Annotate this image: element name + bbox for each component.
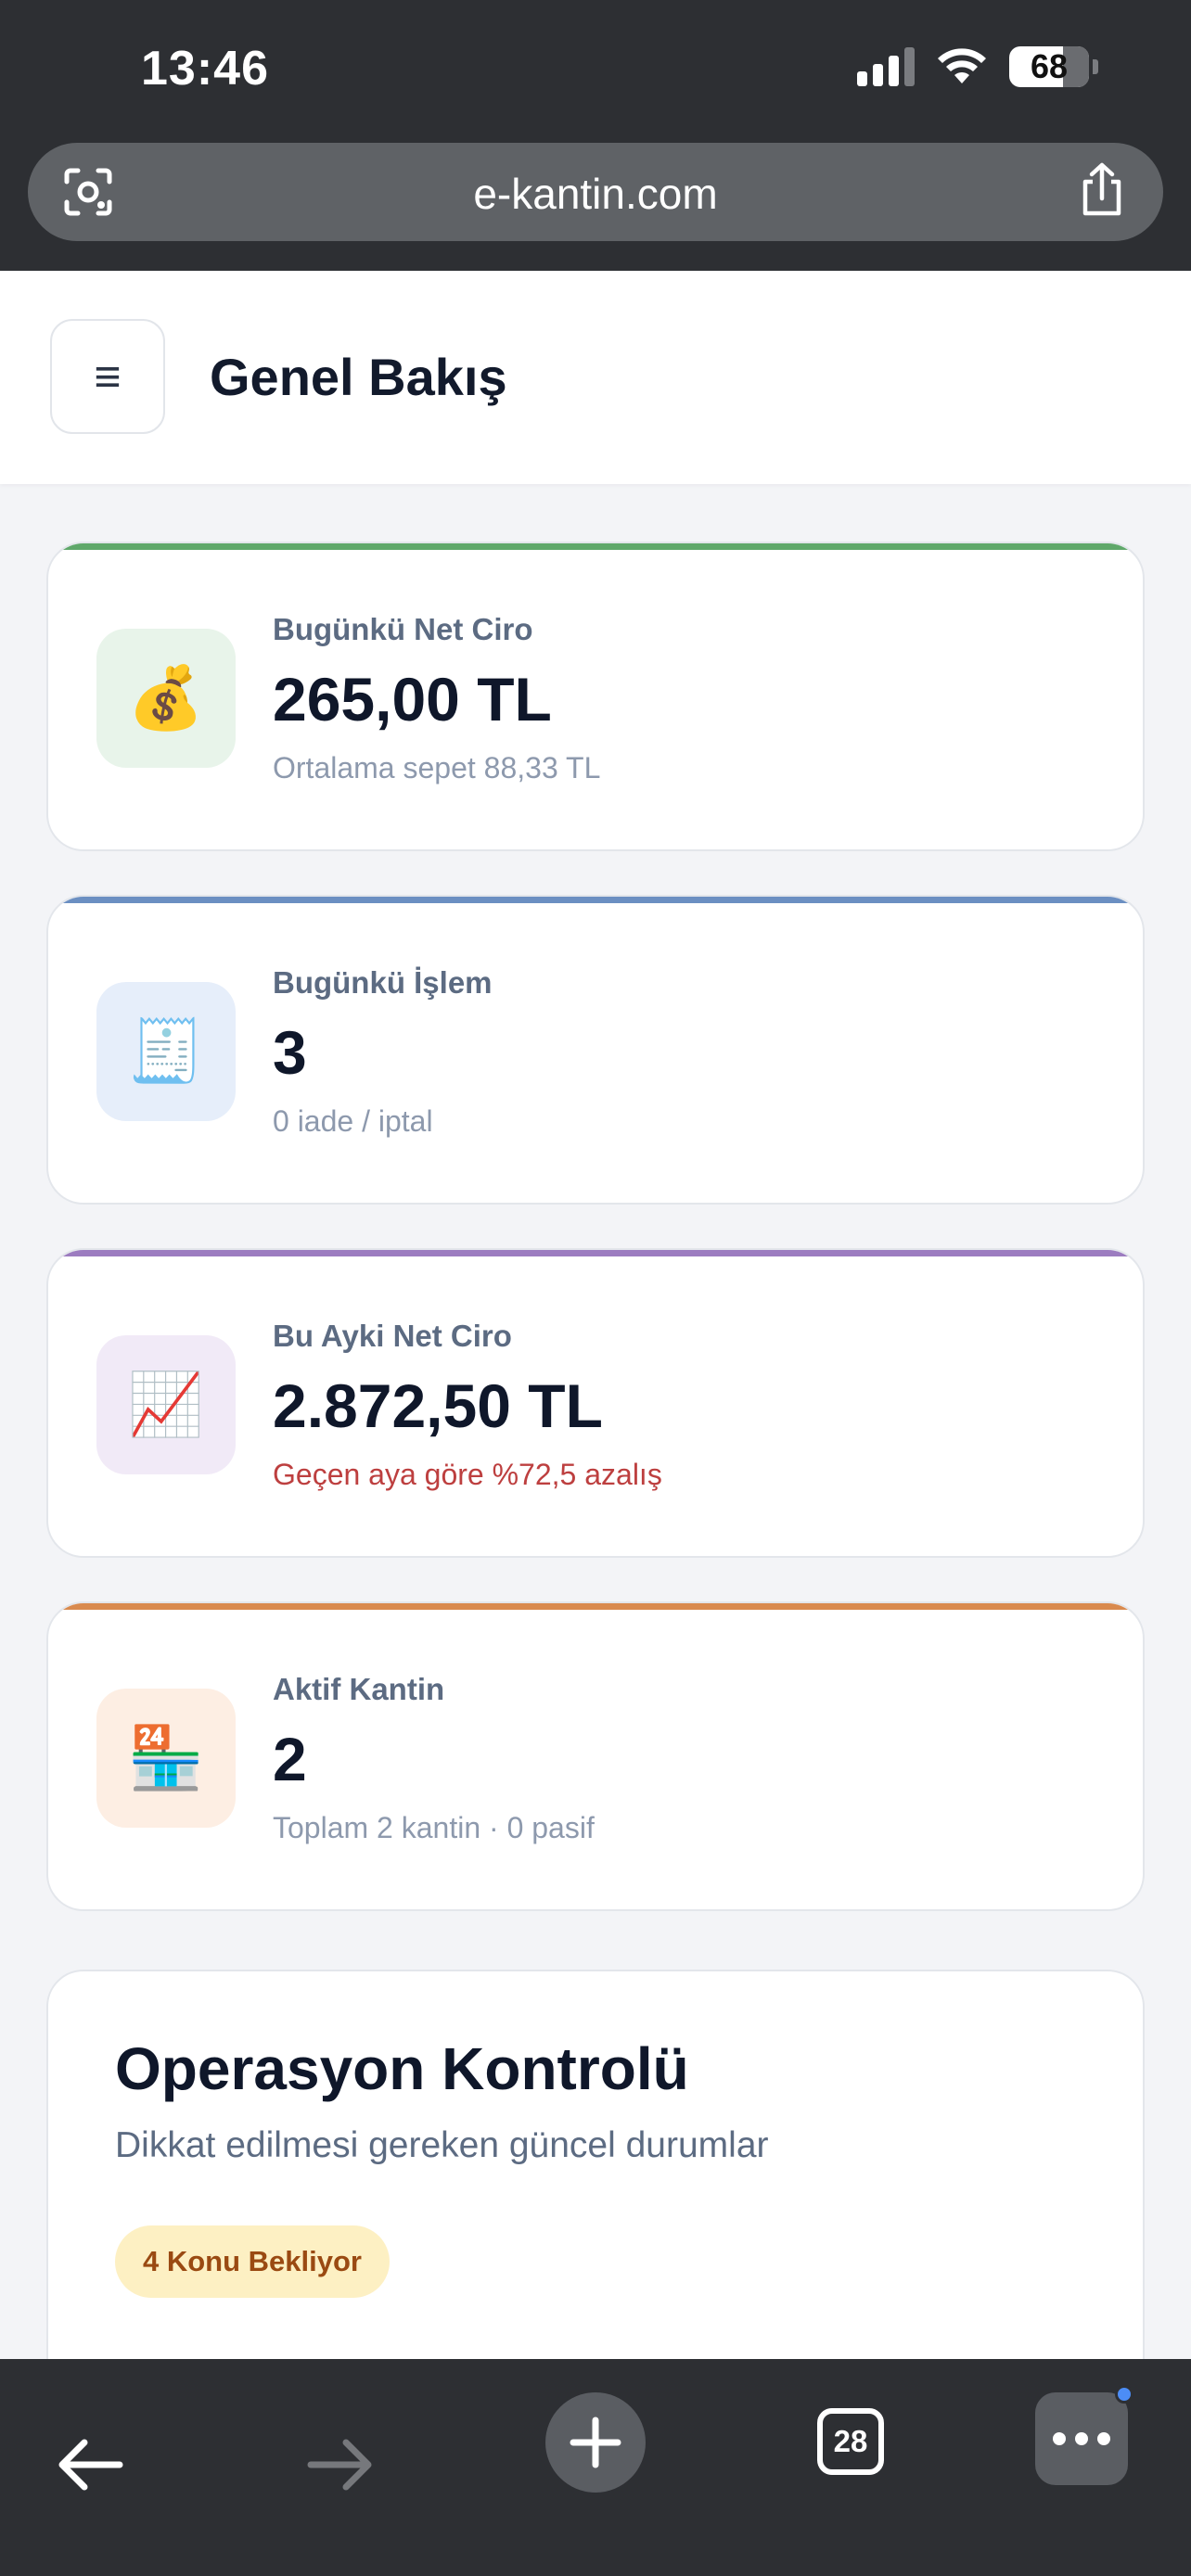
arrow-right-icon [307, 2439, 372, 2491]
hamburger-icon: ≡ [94, 351, 122, 402]
stat-card-label: Aktif Kantin [273, 1672, 445, 1706]
more-button[interactable] [1035, 2385, 1133, 2485]
share-icon[interactable] [1078, 161, 1126, 219]
stat-card-subtext: Geçen aya göre %72,5 azalış [273, 1458, 662, 1491]
plus-icon [570, 2417, 621, 2468]
browser-toolbar: 28 [0, 2359, 1191, 2576]
new-tab-button[interactable] [545, 2392, 646, 2493]
stat-card-subtext: Toplam 2 kantin · 0 pasif [273, 1811, 595, 1844]
stat-card-label: Bugünkü İşlem [273, 965, 493, 1000]
money-bag-icon: 💰 [96, 629, 236, 768]
tab-count: 28 [817, 2408, 884, 2475]
back-button[interactable] [48, 2405, 132, 2524]
arrow-left-icon [58, 2439, 123, 2491]
stat-card-value: 2 [273, 1725, 307, 1793]
wifi-icon [938, 48, 986, 83]
stat-card-subtext: Ortalama sepet 88,33 TL [273, 751, 601, 784]
page-title: Genel Bakış [210, 348, 507, 406]
stat-card-daily-revenue: 💰 Bugünkü Net Ciro 265,00 TL Ortalama se… [46, 542, 1145, 851]
stat-card-label: Bu Ayki Net Ciro [273, 1319, 512, 1353]
ellipsis-icon [1053, 2432, 1110, 2445]
pending-issues-badge[interactable]: 4 Konu Bekliyor [115, 2225, 390, 2298]
stat-card-daily-transactions: 🧾 Bugünkü İşlem 3 0 iade / iptal [46, 895, 1145, 1205]
stat-card-value: 2.872,50 TL [273, 1371, 603, 1440]
battery-icon: 68 [1009, 46, 1089, 87]
status-time: 13:46 [141, 42, 269, 96]
page-header: ≡ Genel Bakış [0, 271, 1191, 484]
stat-card-subtext: 0 iade / iptal [273, 1104, 433, 1138]
forward-button[interactable] [299, 2405, 382, 2524]
stat-card-monthly-revenue: 📈 Bu Ayki Net Ciro 2.872,50 TL Geçen aya… [46, 1248, 1145, 1558]
status-icons: 68 [857, 46, 1098, 87]
operations-subtitle: Dikkat edilmesi gereken güncel durumlar [115, 2125, 769, 2165]
url-text[interactable]: e-kantin.com [28, 169, 1163, 219]
stat-card-label: Bugünkü Net Ciro [273, 612, 533, 646]
chart-increasing-icon: 📈 [96, 1335, 236, 1474]
address-bar[interactable]: e-kantin.com [28, 143, 1163, 241]
stat-card-active-canteens: 🏪 Aktif Kantin 2 Toplam 2 kantin · 0 pas… [46, 1601, 1145, 1911]
cellular-signal-icon [857, 47, 915, 86]
notification-dot [1115, 2385, 1133, 2404]
browser-chrome: 13:46 68 e-kantin.com [0, 0, 1191, 271]
stat-card-value: 3 [273, 1018, 307, 1087]
tabs-button[interactable]: 28 [809, 2400, 892, 2483]
convenience-store-icon: 🏪 [96, 1689, 236, 1828]
battery-level: 68 [1030, 47, 1069, 85]
operations-title: Operasyon Kontrolü [115, 2035, 689, 2102]
stat-card-value: 265,00 TL [273, 665, 552, 733]
menu-button[interactable]: ≡ [50, 319, 165, 434]
receipt-icon: 🧾 [96, 982, 236, 1121]
